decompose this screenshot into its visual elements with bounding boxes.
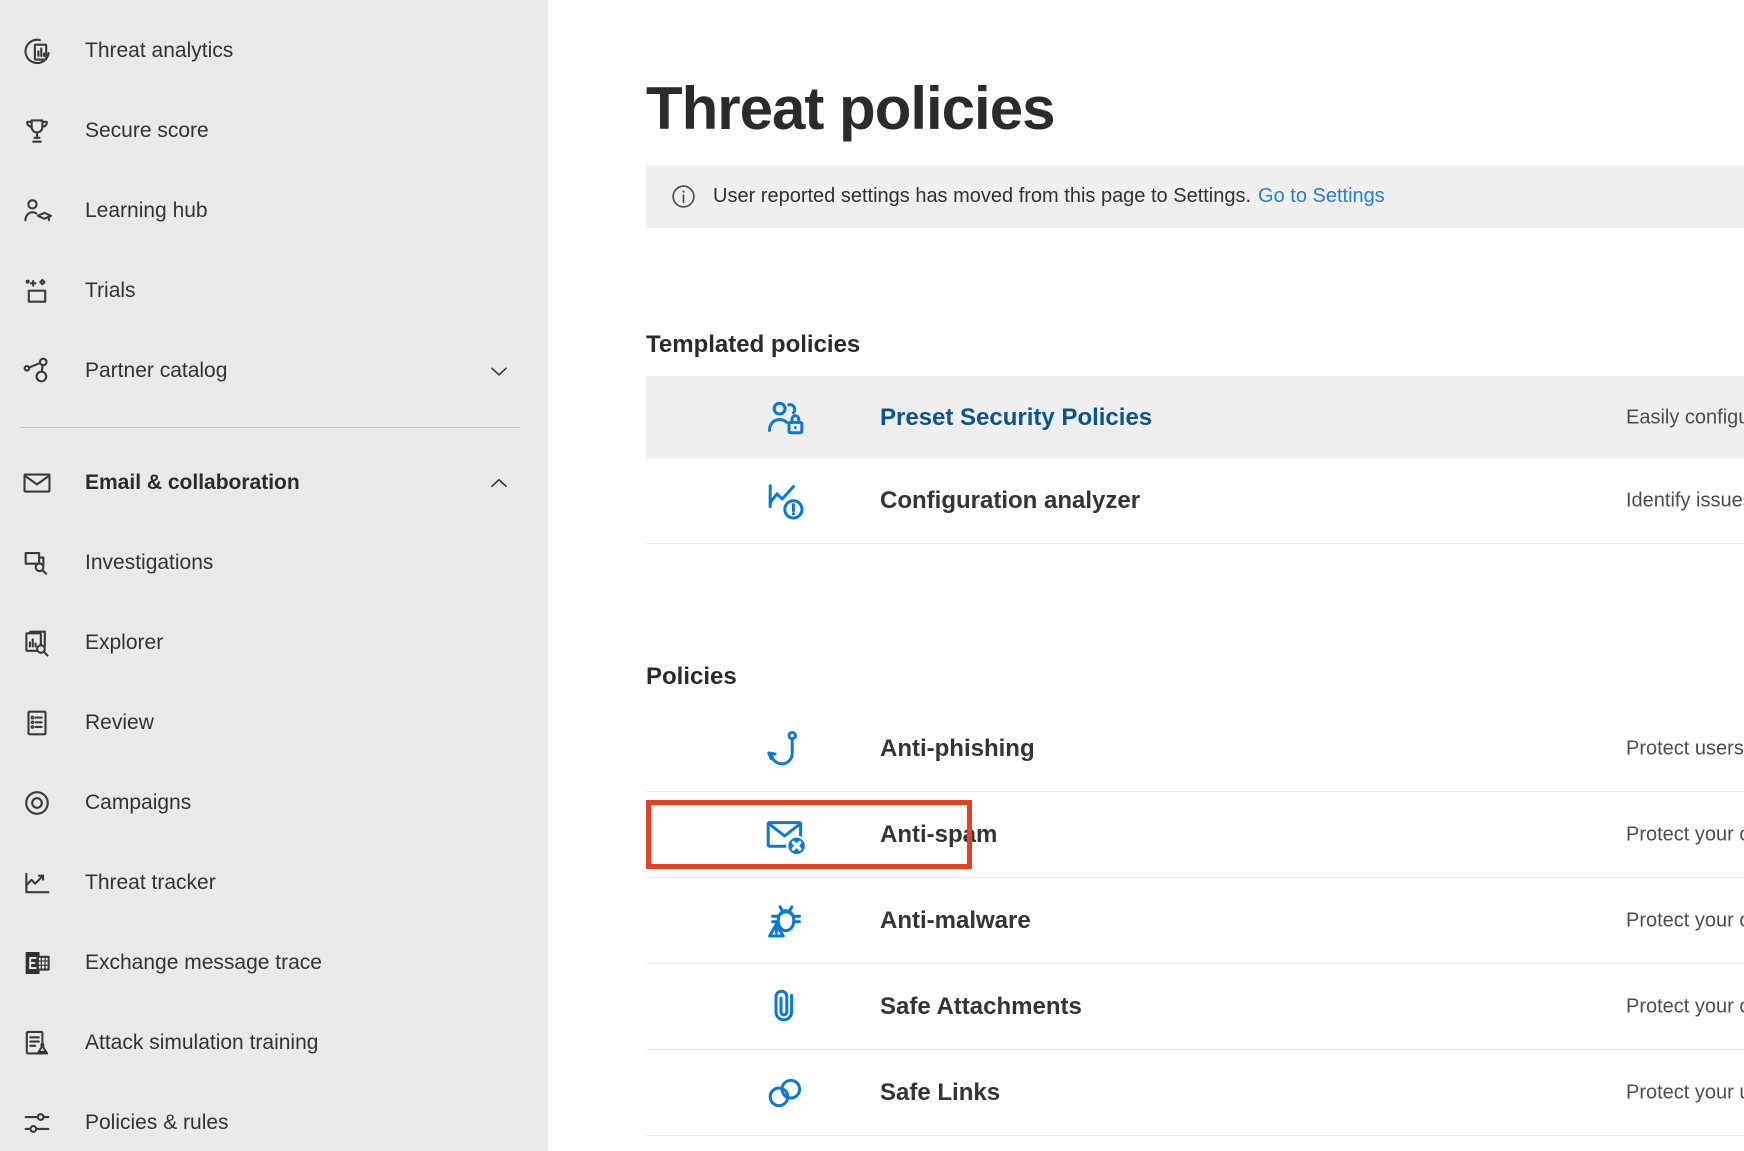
trials-icon bbox=[20, 274, 54, 308]
attack-simulation-icon bbox=[20, 1026, 54, 1060]
campaigns-icon bbox=[20, 786, 54, 820]
configuration-analyzer-label[interactable]: Configuration analyzer bbox=[880, 487, 1140, 515]
chevron-up-icon[interactable] bbox=[486, 470, 512, 496]
sidebar-item-investigations[interactable]: Investigations bbox=[0, 523, 548, 603]
sidebar-item-label: Secure score bbox=[85, 119, 209, 143]
sidebar-item-label: Trials bbox=[85, 279, 136, 303]
main-content: Threat policies User reported settings h… bbox=[548, 0, 1744, 1151]
row-description: Protect your organiz bbox=[1626, 823, 1744, 846]
row-description: Easily configure prot bbox=[1626, 406, 1744, 429]
sidebar-item-label: Investigations bbox=[85, 551, 213, 575]
sidebar-item-partner-catalog[interactable]: Partner catalog bbox=[0, 331, 548, 411]
sidebar-item-threat-tracker[interactable]: Threat tracker bbox=[0, 843, 548, 923]
sidebar-item-threat-analytics[interactable]: Threat analytics bbox=[0, 11, 548, 91]
configuration-analyzer-icon bbox=[763, 479, 807, 523]
row-anti-spam[interactable]: Anti-spam Protect your organiz bbox=[646, 792, 1744, 878]
sidebar-item-label: Campaigns bbox=[85, 791, 191, 815]
row-description: Protect your organiz bbox=[1626, 995, 1744, 1018]
row-description: Protect users from p bbox=[1626, 737, 1744, 760]
preset-security-policies-link[interactable]: Preset Security Policies bbox=[880, 404, 1152, 432]
threat-tracker-icon bbox=[20, 866, 54, 900]
sidebar-item-explorer[interactable]: Explorer bbox=[0, 603, 548, 683]
info-icon bbox=[670, 183, 697, 210]
chain-links-icon bbox=[763, 1071, 807, 1115]
explorer-icon bbox=[20, 626, 54, 660]
policies-heading: Policies bbox=[646, 663, 737, 691]
paperclip-icon bbox=[763, 985, 807, 1029]
sidebar-item-label: Attack simulation training bbox=[85, 1031, 318, 1055]
bug-warning-icon bbox=[763, 899, 807, 943]
row-description: Protect your users fr bbox=[1626, 1081, 1744, 1104]
sidebar-item-exchange-message-trace[interactable]: Exchange message trace bbox=[0, 923, 548, 1003]
sidebar-item-campaigns[interactable]: Campaigns bbox=[0, 763, 548, 843]
sidebar-item-label: Review bbox=[85, 711, 154, 735]
policies-rules-icon bbox=[20, 1106, 54, 1140]
anti-phishing-label[interactable]: Anti-phishing bbox=[880, 735, 1035, 763]
safe-links-label[interactable]: Safe Links bbox=[880, 1079, 1000, 1107]
hook-icon bbox=[763, 727, 807, 771]
envelope-block-icon bbox=[763, 813, 807, 857]
learning-hub-icon bbox=[20, 194, 54, 228]
sidebar-item-label: Policies & rules bbox=[85, 1111, 229, 1135]
section-divider bbox=[646, 543, 1744, 544]
templated-policies-heading: Templated policies bbox=[646, 331, 860, 359]
sidebar-item-review[interactable]: Review bbox=[0, 683, 548, 763]
chevron-down-icon[interactable] bbox=[486, 358, 512, 384]
threat-analytics-icon bbox=[20, 34, 54, 68]
row-safe-attachments[interactable]: Safe Attachments Protect your organiz bbox=[646, 964, 1744, 1050]
sidebar-item-trials[interactable]: Trials bbox=[0, 251, 548, 331]
row-configuration-analyzer[interactable]: Configuration analyzer Identify issues i… bbox=[646, 459, 1744, 543]
review-icon bbox=[20, 706, 54, 740]
exchange-icon bbox=[20, 946, 54, 980]
sidebar-item-label: Threat analytics bbox=[85, 39, 233, 63]
trophy-icon bbox=[20, 114, 54, 148]
partner-catalog-icon bbox=[20, 354, 54, 388]
row-description: Protect your organiz bbox=[1626, 909, 1744, 932]
info-banner: User reported settings has moved from th… bbox=[646, 165, 1744, 228]
sidebar-item-policies-rules[interactable]: Policies & rules bbox=[0, 1083, 548, 1151]
sidebar-item-label: Threat tracker bbox=[85, 871, 216, 895]
page-title: Threat policies bbox=[646, 74, 1054, 144]
sidebar-item-label: Explorer bbox=[85, 631, 163, 655]
row-description: Identify issues in you bbox=[1626, 490, 1744, 513]
preset-security-icon bbox=[763, 396, 807, 440]
sidebar-nav: Threat analytics Secure score bbox=[0, 0, 548, 1151]
sidebar-item-learning-hub[interactable]: Learning hub bbox=[0, 171, 548, 251]
row-anti-malware[interactable]: Anti-malware Protect your organiz bbox=[646, 878, 1744, 964]
sidebar-item-label: Learning hub bbox=[85, 199, 208, 223]
mail-icon bbox=[20, 466, 54, 500]
sidebar-item-attack-simulation-training[interactable]: Attack simulation training bbox=[0, 1003, 548, 1083]
banner-message: User reported settings has moved from th… bbox=[713, 185, 1251, 208]
sidebar-item-label: Exchange message trace bbox=[85, 951, 322, 975]
safe-attachments-label[interactable]: Safe Attachments bbox=[880, 993, 1082, 1021]
anti-malware-label[interactable]: Anti-malware bbox=[880, 907, 1031, 935]
sidebar-section-label: Email & collaboration bbox=[85, 471, 300, 495]
investigations-icon bbox=[20, 546, 54, 580]
row-preset-security-policies[interactable]: Preset Security Policies Easily configur… bbox=[646, 376, 1744, 459]
go-to-settings-link[interactable]: Go to Settings bbox=[1258, 185, 1385, 208]
row-safe-links[interactable]: Safe Links Protect your users fr bbox=[646, 1050, 1744, 1136]
sidebar-section-email-collaboration[interactable]: Email & collaboration bbox=[0, 443, 548, 523]
anti-spam-label[interactable]: Anti-spam bbox=[880, 821, 997, 849]
row-anti-phishing[interactable]: Anti-phishing Protect users from p bbox=[646, 706, 1744, 792]
sidebar-item-secure-score[interactable]: Secure score bbox=[0, 91, 548, 171]
sidebar-divider bbox=[20, 427, 520, 428]
security-portal-page: Threat analytics Secure score bbox=[0, 0, 1744, 1151]
sidebar-item-label: Partner catalog bbox=[85, 359, 227, 383]
